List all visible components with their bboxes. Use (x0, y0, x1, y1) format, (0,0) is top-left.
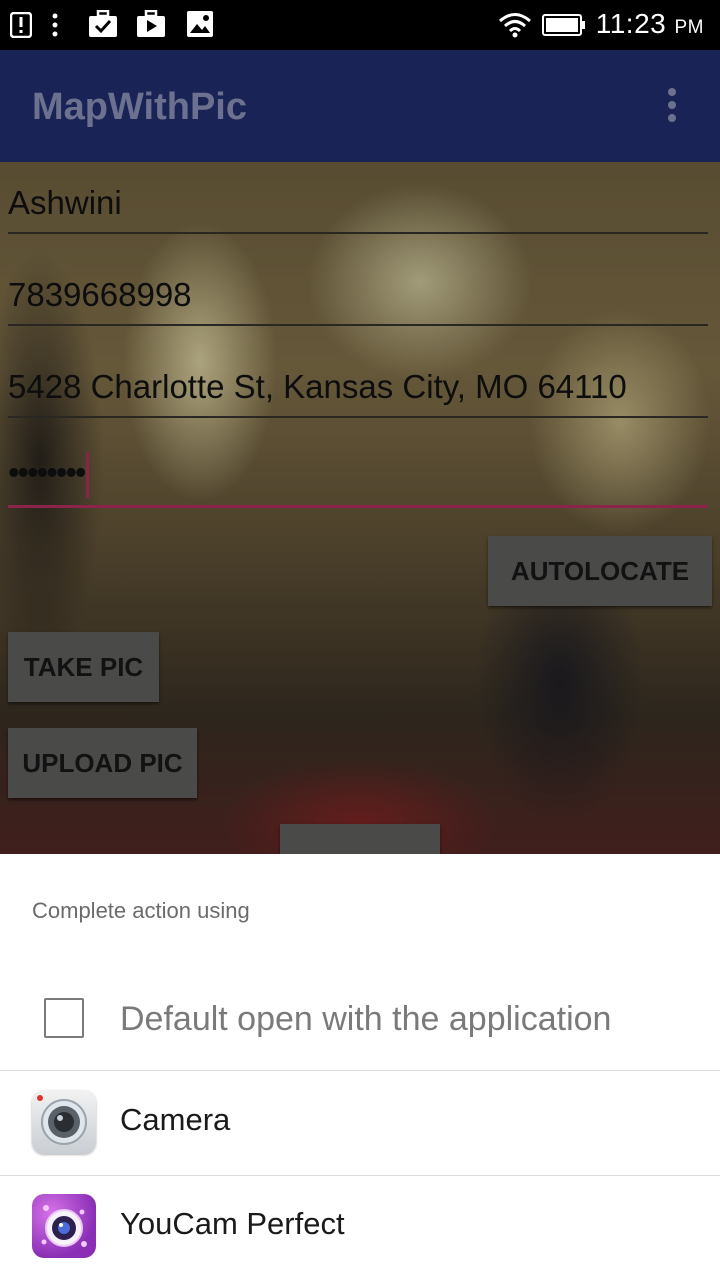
form-area: Ashwini 7839668998 5428 Charlotte St, Ka… (0, 162, 720, 854)
phone-value: 7839668998 (8, 276, 192, 313)
autolocate-button[interactable]: AUTOLOCATE (488, 536, 712, 606)
wifi-icon (499, 13, 531, 38)
hidden-button[interactable] (280, 824, 440, 854)
briefcase-check-icon (89, 10, 117, 37)
camera-app-icon (32, 1090, 96, 1154)
image-icon (187, 11, 213, 37)
take-pic-button[interactable]: TAKE PIC (8, 632, 159, 702)
name-value: Ashwini (8, 184, 122, 221)
battery-icon (542, 14, 585, 36)
app-name: YouCam Perfect (120, 1206, 345, 1241)
chooser-sheet: Complete action using Default open with … (0, 854, 720, 1280)
upload-pic-button[interactable]: UPLOAD PIC (8, 728, 197, 798)
default-checkbox[interactable] (44, 998, 84, 1038)
alert-icon (10, 12, 32, 38)
password-value: •••••••• (8, 453, 86, 491)
default-label: Default open with the application (120, 1000, 612, 1038)
default-option-row[interactable]: Default open with the application (0, 974, 720, 1070)
app-name: Camera (120, 1102, 231, 1137)
sheet-title: Complete action using (32, 898, 250, 923)
name-field[interactable]: Ashwini (8, 182, 708, 234)
youcam-app-icon (32, 1194, 96, 1258)
address-field[interactable]: 5428 Charlotte St, Kansas City, MO 64110 (8, 366, 708, 418)
phone-field[interactable]: 7839668998 (8, 274, 708, 326)
address-value: 5428 Charlotte St, Kansas City, MO 64110 (8, 368, 627, 405)
clock: 11:23 PM (595, 8, 704, 39)
app-bar: MapWithPic (0, 50, 720, 162)
app-title: MapWithPic (32, 86, 247, 128)
status-bar: 11:23 PM (0, 0, 720, 50)
app-option-youcam[interactable]: YouCam Perfect (0, 1176, 720, 1280)
text-cursor (86, 452, 90, 498)
app-option-camera[interactable]: Camera (0, 1072, 720, 1176)
divider (0, 1070, 720, 1071)
play-store-icon (137, 10, 165, 37)
password-field[interactable]: •••••••• (8, 452, 708, 508)
more-vert-icon (52, 13, 58, 37)
more-vert-icon[interactable] (664, 88, 680, 126)
